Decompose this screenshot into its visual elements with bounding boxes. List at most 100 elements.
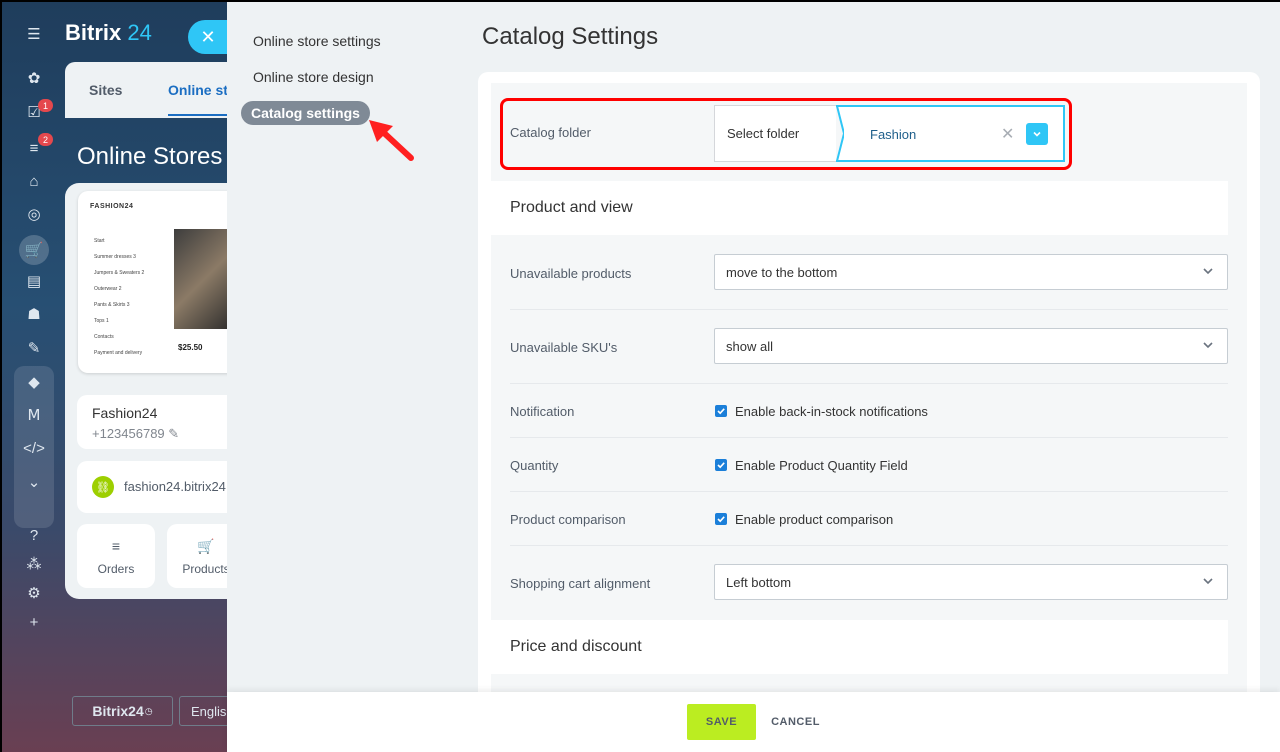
divider	[510, 491, 1228, 492]
sign-icon[interactable]: ✎	[22, 336, 46, 360]
store-phone: +123456789	[92, 426, 165, 441]
catalog-folder-row: Catalog folder Select folder Fashion ✕	[491, 83, 1228, 181]
preview-menu-item: Start	[94, 238, 105, 244]
tab-sites[interactable]: Sites	[89, 82, 122, 98]
preview-photo	[174, 229, 235, 329]
help-icon[interactable]: ?	[22, 523, 46, 547]
slider-footer: SAVE CANCEL	[227, 692, 1280, 752]
cart-alignment-select[interactable]: Left bottom	[714, 564, 1228, 600]
preview-price: $25.50	[178, 343, 203, 352]
annotation-arrow-icon	[369, 120, 414, 161]
comparison-label: Product comparison	[510, 512, 626, 527]
notification-checkbox[interactable]	[715, 405, 727, 417]
quantity-checkbox-label[interactable]: Enable Product Quantity Field	[735, 458, 908, 473]
footer-bitrix-logo[interactable]: Bitrix24 ◷	[72, 696, 173, 726]
nav-online-store-design[interactable]: Online store design	[253, 69, 374, 85]
preview-menu-item: Jumpers & Sweaters 2	[94, 270, 145, 276]
preview-menu-item: Payment and delivery	[94, 350, 143, 356]
settings-form: Catalog folder Select folder Fashion ✕ P…	[491, 83, 1247, 692]
cart-alignment-label: Shopping cart alignment	[510, 576, 651, 591]
notification-label: Notification	[510, 404, 575, 419]
clock-icon: ◷	[144, 705, 153, 716]
store-card: FASHION24 Start Summer dresses 3 Jumpers…	[65, 183, 245, 599]
save-button[interactable]: SAVE	[687, 704, 756, 740]
left-rail: ☰ ✿ ☑ 1 ≡ 2 ⌂ ◎ 🛒 ▤ ☗ ✎ ◆ Ⅿ </> ⌄ ? ⁂ ⚙ …	[2, 2, 66, 752]
divider	[510, 383, 1228, 384]
orders-tile[interactable]: ≡ Orders	[77, 524, 155, 588]
unavailable-skus-label: Unavailable SKU's	[510, 340, 618, 355]
contact-card-icon[interactable]: ▤	[22, 269, 46, 293]
bg-page-title-text: Online Stores	[77, 143, 223, 170]
bg-tabs: Sites Online st	[65, 62, 235, 118]
notification-checkbox-label[interactable]: Enable back-in-stock notifications	[735, 404, 928, 419]
settings-nav: Online store settings Online store desig…	[227, 2, 452, 692]
marketplace-icon[interactable]: Ⅿ	[22, 403, 46, 427]
store-domain: fashion24.bitrix24.	[124, 479, 230, 494]
unavailable-products-value: move to the bottom	[726, 264, 838, 280]
preview-menu-item: Contacts	[94, 334, 114, 340]
close-icon: ✕	[200, 26, 216, 47]
bitrix-logo: Bitrix 24	[65, 20, 152, 46]
chevron-down-icon	[1203, 578, 1213, 585]
preview-menu: Start Summer dresses 3 Jumpers & Sweater…	[94, 233, 144, 361]
store-icon[interactable]: 🛒	[19, 235, 49, 265]
gear-icon[interactable]: ⚙	[22, 581, 46, 605]
catalog-settings-slider: Online store settings Online store desig…	[227, 2, 1280, 752]
nav-catalog-settings[interactable]: Catalog settings	[241, 101, 370, 125]
plus-icon[interactable]: +	[22, 610, 46, 634]
section-price-discount-title: Price and discount	[510, 638, 642, 655]
section-price-discount: Price and discount	[491, 620, 1228, 674]
structure-icon[interactable]: ⁂	[22, 552, 46, 576]
pencil-icon[interactable]: ✎	[168, 426, 179, 441]
bank-icon[interactable]: ⌂	[22, 169, 46, 193]
bg-page-title: Online Stores ☆	[77, 143, 245, 171]
unavailable-skus-value: show all	[726, 338, 773, 354]
target-icon[interactable]: ◎	[22, 202, 46, 226]
unavailable-products-label: Unavailable products	[510, 266, 632, 281]
preview-menu-item: Outerwear 2	[94, 286, 122, 292]
divider	[510, 309, 1228, 310]
orders-tile-label: Orders	[97, 562, 135, 576]
robot-icon[interactable]: ☗	[22, 302, 46, 326]
logo-num: 24	[127, 20, 152, 45]
quantity-checkbox[interactable]	[715, 459, 727, 471]
crm-badge: 2	[38, 133, 53, 146]
divider	[510, 437, 1228, 438]
preview-menu-item: Summer dresses 3	[94, 254, 136, 260]
chevron-down-icon	[1203, 342, 1213, 349]
link-icon: ⛓	[92, 476, 114, 498]
unavailable-skus-select[interactable]: show all	[714, 328, 1228, 364]
store-name: Fashion24	[92, 405, 158, 421]
page-title: Catalog Settings	[482, 23, 659, 50]
comparison-checkbox[interactable]	[715, 513, 727, 525]
menu-icon[interactable]: ☰	[22, 22, 46, 46]
logo-text: Bitrix	[65, 20, 122, 45]
more-icon[interactable]: ⌄	[22, 470, 46, 494]
unavailable-products-select[interactable]: move to the bottom	[714, 254, 1228, 290]
cart-alignment-value: Left bottom	[726, 574, 792, 590]
store-domain-box[interactable]: ⛓ fashion24.bitrix24.	[77, 461, 235, 513]
box-icon[interactable]: ◆	[22, 370, 46, 394]
code-icon[interactable]: </>	[22, 436, 46, 460]
chevron-down-icon	[1203, 268, 1213, 275]
store-preview[interactable]: FASHION24 Start Summer dresses 3 Jumpers…	[78, 191, 235, 373]
quantity-label: Quantity	[510, 458, 559, 473]
tasks-badge: 1	[38, 99, 53, 112]
settings-content: Catalog folder Select folder Fashion ✕ P…	[478, 72, 1260, 692]
section-product-view-title: Product and view	[510, 199, 633, 216]
store-phone-row: +123456789 ✎	[92, 426, 179, 442]
close-slider-button[interactable]: ✕	[188, 20, 228, 54]
preview-brand: FASHION24	[90, 203, 134, 210]
filter-icon: ≡	[111, 538, 121, 554]
annotation-highlight-box	[500, 98, 1072, 170]
tab-online-stores[interactable]: Online st	[168, 82, 228, 116]
cancel-button[interactable]: CANCEL	[761, 704, 830, 740]
divider	[510, 545, 1228, 546]
preview-menu-item: Pants & Skirts 3	[94, 302, 130, 308]
store-name-box: Fashion24 +123456789 ✎	[77, 395, 235, 449]
preview-menu-item: Tops 1	[94, 318, 109, 324]
comparison-checkbox-label[interactable]: Enable product comparison	[735, 512, 893, 527]
chat-icon[interactable]: ✿	[22, 66, 46, 90]
section-product-view: Product and view	[491, 181, 1228, 235]
nav-online-store-settings[interactable]: Online store settings	[253, 33, 381, 49]
